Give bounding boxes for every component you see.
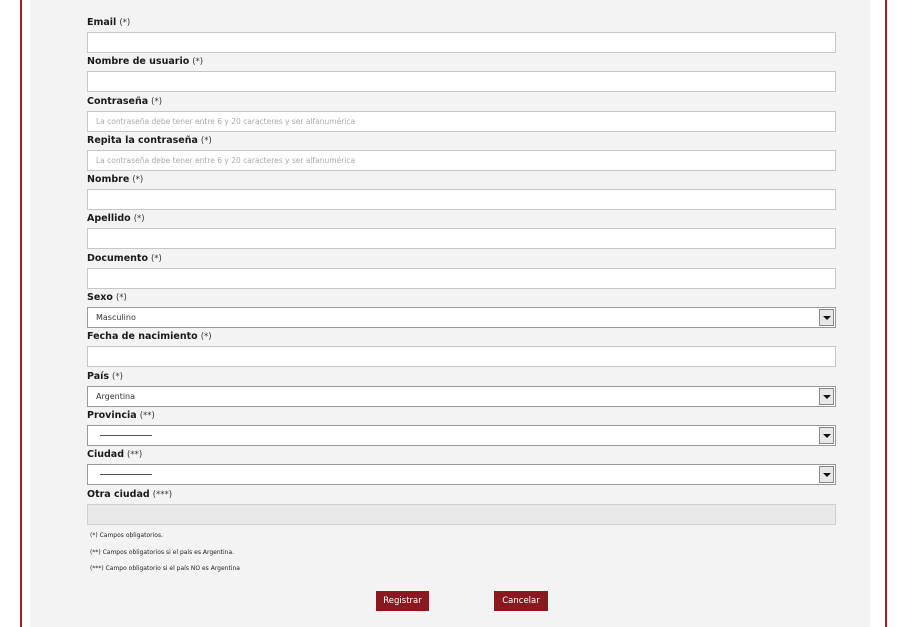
document-label: Documento (*) xyxy=(87,252,162,264)
email-group: Email (*) xyxy=(87,14,836,53)
sex-group: Sexo (*) Masculino xyxy=(87,289,836,329)
empty-option-dash xyxy=(100,474,152,476)
note-required-not-argentina: (***) Campo obligatorio si el país NO es… xyxy=(90,565,240,572)
other-city-field xyxy=(87,503,836,525)
last-name-label: Apellido (*) xyxy=(87,213,145,225)
cancel-button[interactable]: Cancelar xyxy=(494,591,548,611)
last-name-field[interactable] xyxy=(87,228,836,250)
province-select[interactable] xyxy=(87,424,836,446)
password-group: Contraseña (*) La contraseña debe tener e… xyxy=(87,93,836,132)
province-label: Provincia (**) xyxy=(87,409,155,421)
note-required-argentina: (**) Campos obligatorios si el país es A… xyxy=(90,548,235,556)
email-label: Email (*) xyxy=(87,17,131,28)
city-select[interactable] xyxy=(87,464,836,486)
last-name-group: Apellido (*) xyxy=(87,210,836,250)
note-required: (*) Campos obligatorios. xyxy=(90,532,163,539)
first-name-group: Nombre (*) xyxy=(87,171,836,211)
first-name-label: Nombre (*) xyxy=(87,174,144,186)
required-notes: (*) Campos obligatorios. (**) Campos obl… xyxy=(90,531,240,581)
other-city-label: Otra ciudad (***) xyxy=(87,488,173,500)
birth-date-group: Fecha de nacimiento (*) xyxy=(87,328,836,368)
registration-form: Email (*) Nombre de usuario (*) Contraseña… xyxy=(87,14,836,525)
city-label: Ciudad (**) xyxy=(87,449,143,461)
first-name-field[interactable] xyxy=(87,189,836,211)
province-group: Provincia (**) xyxy=(87,407,836,446)
birth-date-label: Fecha de nacimiento (*) xyxy=(87,331,212,343)
password-field[interactable]: La contraseña debe tener entre 6 y 20 ca… xyxy=(87,110,836,132)
email-field[interactable] xyxy=(87,32,836,53)
chevron-down-icon[interactable] xyxy=(819,387,834,405)
empty-option-dash xyxy=(100,434,152,436)
chevron-down-icon[interactable] xyxy=(819,426,834,444)
birth-date-field[interactable] xyxy=(87,346,836,368)
password-repeat-field[interactable]: La contraseña debe tener entre 6 y 20 ca… xyxy=(87,149,836,171)
country-select[interactable]: Argentina xyxy=(87,385,836,407)
chevron-down-icon[interactable] xyxy=(819,466,834,484)
password-repeat-label: Repita la contraseña (*) xyxy=(87,134,212,146)
username-label: Nombre de usuario (*) xyxy=(87,56,204,68)
right-border-line xyxy=(885,0,887,627)
sex-label: Sexo (*) xyxy=(87,292,127,304)
sex-selected-value: Masculino xyxy=(96,313,136,323)
username-field[interactable] xyxy=(87,71,836,93)
document-field[interactable] xyxy=(87,267,836,289)
country-group: País (*) Argentina xyxy=(87,368,836,407)
password-repeat-group: Repita la contraseña (*) La contraseña de… xyxy=(87,132,836,171)
city-group: Ciudad (**) xyxy=(87,446,836,486)
other-city-group: Otra ciudad (***) xyxy=(87,486,836,525)
username-group: Nombre de usuario (*) xyxy=(87,53,836,93)
sex-select[interactable]: Masculino xyxy=(87,307,836,329)
document-group: Documento (*) xyxy=(87,250,836,289)
register-button[interactable]: Registrar xyxy=(376,591,429,611)
password-label: Contraseña (*) xyxy=(87,95,163,107)
left-border-line xyxy=(20,0,22,627)
country-label: País (*) xyxy=(87,370,123,382)
chevron-down-icon[interactable] xyxy=(819,309,834,327)
country-selected-value: Argentina xyxy=(96,391,136,401)
